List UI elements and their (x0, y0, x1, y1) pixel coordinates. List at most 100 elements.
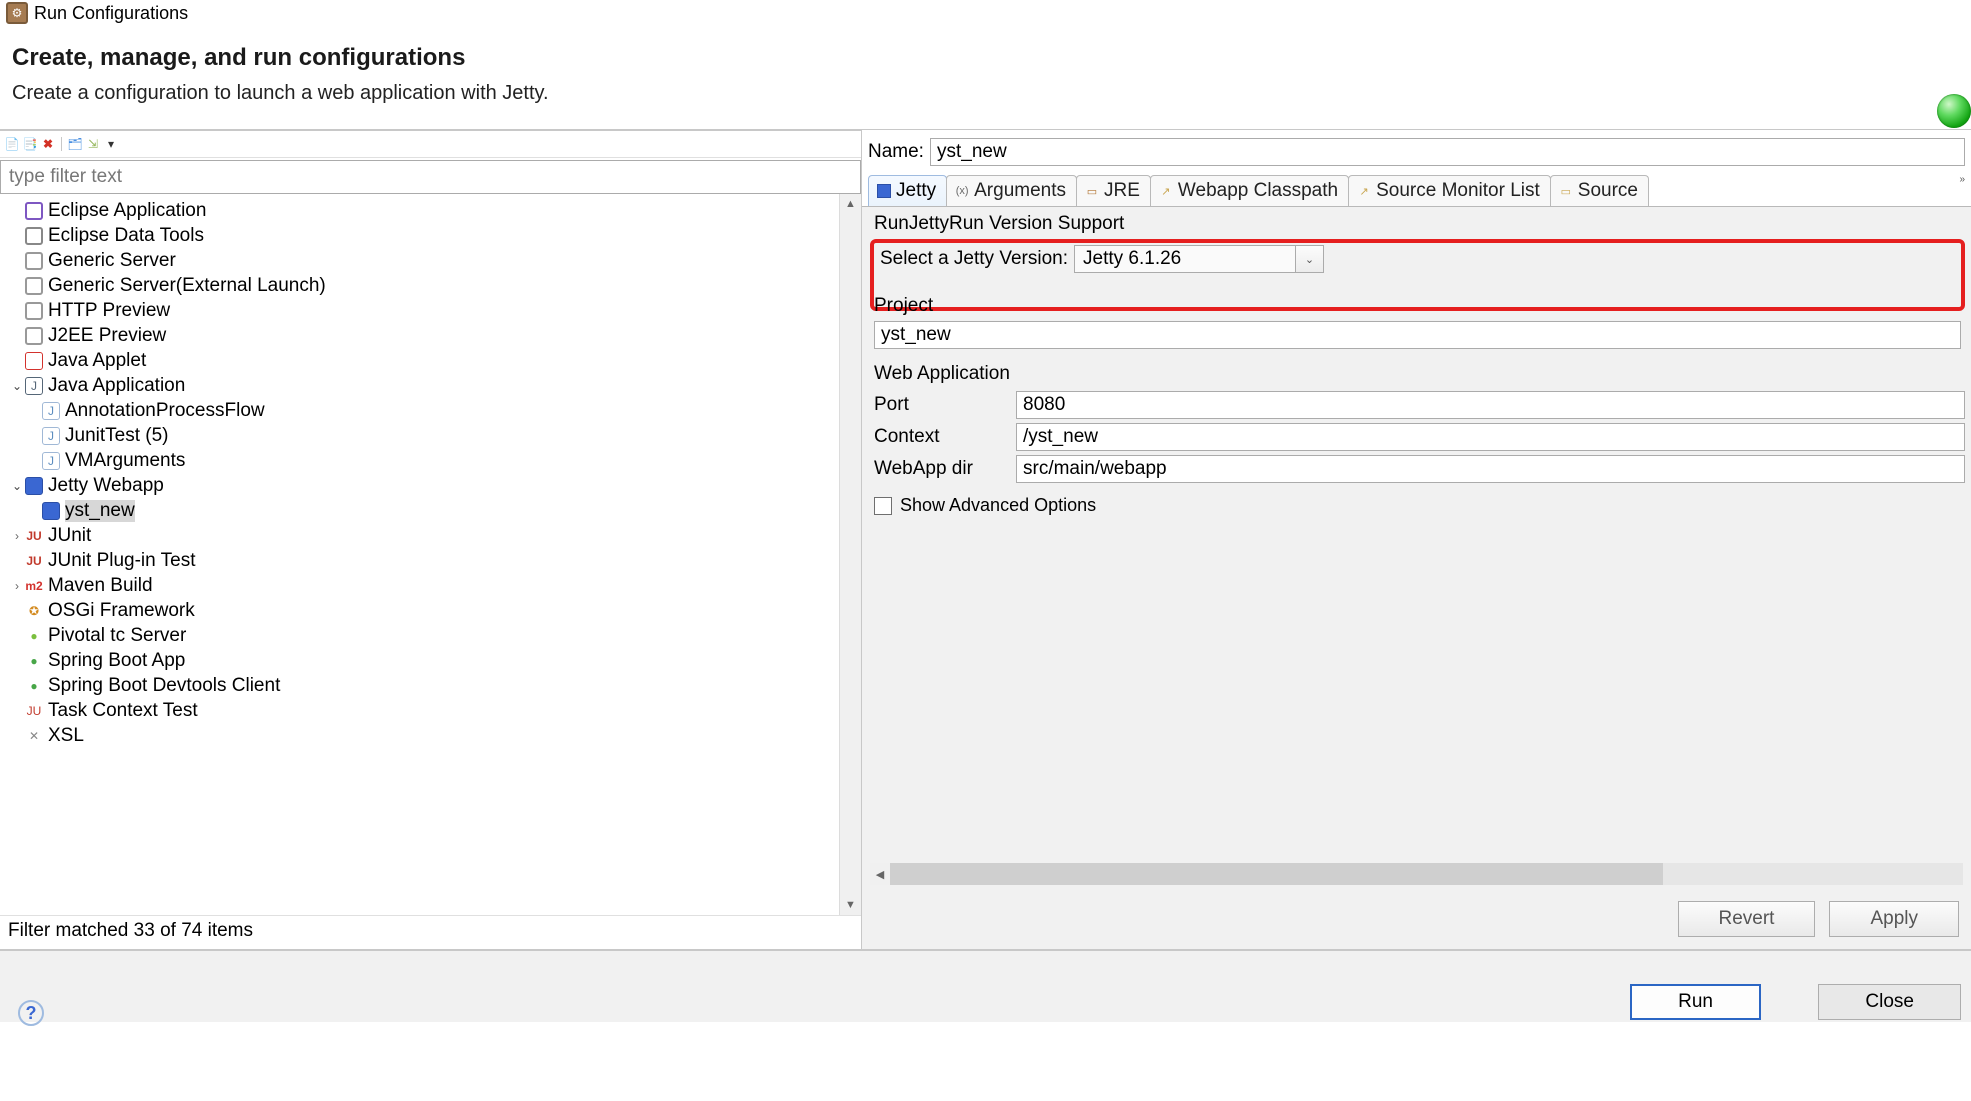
java-config-icon: J (42, 452, 60, 470)
tree-item-spring-devtools[interactable]: ●Spring Boot Devtools Client (0, 673, 839, 698)
scroll-up-icon[interactable]: ▲ (840, 194, 861, 214)
tab-classpath[interactable]: ↗Webapp Classpath (1150, 175, 1349, 206)
context-input[interactable] (1016, 423, 1965, 451)
tree-item-junit-test[interactable]: J JunitTest (5) (0, 423, 839, 448)
tab-jre[interactable]: ▭JRE (1076, 175, 1151, 206)
tree-label: Java Application (48, 375, 185, 397)
tab-overflow-icon[interactable]: » (1959, 174, 1965, 185)
chevron-down-icon[interactable]: ⌄ (1295, 246, 1323, 272)
tab-source-monitor[interactable]: ↗ Source Monitor List (1348, 175, 1551, 206)
tree-label: Java Applet (48, 350, 146, 372)
filter-status: Filter matched 33 of 74 items (0, 915, 861, 949)
scroll-down-icon[interactable]: ▼ (840, 895, 861, 915)
tree-label: JUnit (48, 525, 91, 547)
applet-icon (25, 352, 43, 370)
tree-item-java-application[interactable]: ⌄JJava Application (0, 373, 839, 398)
name-input[interactable] (930, 138, 1965, 166)
tab-label: Arguments (974, 180, 1066, 202)
tab-jetty[interactable]: Jetty (868, 175, 947, 206)
view-menu-icon[interactable]: ▾ (103, 136, 119, 152)
dialog-header: Create, manage, and run configurations C… (0, 26, 1971, 115)
tree-item-osgi[interactable]: ✪OSGi Framework (0, 598, 839, 623)
version-group-label: RunJettyRun Version Support (862, 207, 1971, 239)
monitor-icon: ↗ (1357, 184, 1371, 198)
version-label: Select a Jetty Version: (880, 248, 1068, 270)
run-button[interactable]: Run (1630, 984, 1761, 1020)
name-row: Name: (862, 130, 1971, 172)
duplicate-config-icon[interactable]: 📑 (22, 136, 38, 152)
advanced-options-row[interactable]: Show Advanced Options (862, 485, 1971, 526)
tree-label: J2EE Preview (48, 325, 166, 347)
port-label: Port (874, 394, 1016, 416)
tree-item-yst-new[interactable]: yst_new (0, 498, 839, 523)
arguments-icon: (x) (955, 184, 969, 198)
tree-label: Eclipse Application (48, 200, 206, 222)
panel-buttons: Revert Apply (1678, 901, 1960, 937)
tree-label: XSL (48, 725, 84, 747)
apply-button[interactable]: Apply (1829, 901, 1959, 937)
run-orb-icon (1937, 94, 1971, 128)
tree-item-pivotal-tc[interactable]: ●Pivotal tc Server (0, 623, 839, 648)
tree-item-xsl[interactable]: ✕XSL (0, 723, 839, 748)
tree-item-task-context[interactable]: JUTask Context Test (0, 698, 839, 723)
hscroll-track[interactable] (890, 863, 1963, 885)
tab-label: Source Monitor List (1376, 180, 1540, 202)
tree-scrollbar[interactable]: ▲ ▼ (839, 194, 861, 915)
new-config-icon[interactable]: 📄 (4, 136, 20, 152)
port-input[interactable] (1016, 391, 1965, 419)
hscroll-thumb[interactable] (890, 863, 1663, 885)
port-row: Port (862, 389, 1971, 421)
context-label: Context (874, 426, 1016, 448)
expander-icon[interactable]: › (10, 529, 24, 543)
tree-item-junit-plugin[interactable]: JUJUnit Plug-in Test (0, 548, 839, 573)
expander-icon[interactable]: ⌄ (10, 479, 24, 493)
tree-item-http-preview[interactable]: HTTP Preview (0, 298, 839, 323)
database-icon (25, 227, 43, 245)
tree-item-eclipse-application[interactable]: Eclipse Application (0, 198, 839, 223)
tree-item-j2ee-preview[interactable]: J2EE Preview (0, 323, 839, 348)
version-select-row: Select a Jetty Version: Jetty 6.1.26 ⌄ (880, 245, 1955, 273)
server-icon (25, 277, 43, 295)
project-section-label: Project (862, 287, 1971, 321)
expand-all-icon[interactable]: ⇲ (85, 136, 101, 152)
jetty-version-dropdown[interactable]: Jetty 6.1.26 ⌄ (1074, 245, 1324, 273)
tree-item-vm-arguments[interactable]: JVMArguments (0, 448, 839, 473)
tree-item-eclipse-data-tools[interactable]: Eclipse Data Tools (0, 223, 839, 248)
jetty-icon (877, 184, 891, 198)
expander-icon[interactable]: ⌄ (10, 379, 24, 393)
webappdir-input[interactable] (1016, 455, 1965, 483)
tree-item-generic-server[interactable]: Generic Server (0, 248, 839, 273)
tree-label: Maven Build (48, 575, 153, 597)
tree-item-jetty-webapp[interactable]: ⌄Jetty Webapp (0, 473, 839, 498)
tree-item-junit[interactable]: ›JU JUnit (0, 523, 839, 548)
panel-horizontal-scrollbar[interactable]: ◀ (870, 863, 1963, 885)
scroll-left-icon[interactable]: ◀ (870, 863, 890, 885)
tree-label: JunitTest (5) (65, 425, 168, 447)
java-config-icon: J (42, 402, 60, 420)
tab-arguments[interactable]: (x) Arguments (946, 175, 1077, 206)
config-tree[interactable]: Eclipse Application Eclipse Data Tools G… (0, 194, 839, 915)
revert-button[interactable]: Revert (1678, 901, 1816, 937)
advanced-checkbox[interactable] (874, 497, 892, 515)
junit-icon: JU (25, 527, 43, 545)
filter-input[interactable] (0, 160, 861, 194)
close-button[interactable]: Close (1818, 984, 1961, 1020)
tree-label: yst_new (65, 500, 135, 522)
tree-item-java-applet[interactable]: Java Applet (0, 348, 839, 373)
maven-icon: m2 (25, 577, 43, 595)
delete-config-icon[interactable]: ✖ (40, 136, 56, 152)
config-toolbar: 📄 📑 ✖ 🗂 ⇲ ▾ (0, 130, 861, 158)
tab-source[interactable]: ▭Source (1550, 175, 1649, 206)
project-input[interactable] (874, 321, 1961, 349)
tree-item-generic-server-external[interactable]: Generic Server(External Launch) (0, 273, 839, 298)
classpath-icon: ↗ (1159, 184, 1173, 198)
tree-item-spring-boot[interactable]: ●Spring Boot App (0, 648, 839, 673)
help-icon[interactable]: ? (18, 1000, 44, 1026)
tree-label: Eclipse Data Tools (48, 225, 204, 247)
collapse-all-icon[interactable]: 🗂 (67, 136, 83, 152)
tree-item-annotation-flow[interactable]: JAnnotationProcessFlow (0, 398, 839, 423)
configurations-pane: 📄 📑 ✖ 🗂 ⇲ ▾ Eclipse Application Eclipse … (0, 130, 862, 949)
expander-icon[interactable]: › (10, 579, 24, 593)
tree-item-maven-build[interactable]: ›m2 Maven Build (0, 573, 839, 598)
java-config-icon: J (42, 427, 60, 445)
